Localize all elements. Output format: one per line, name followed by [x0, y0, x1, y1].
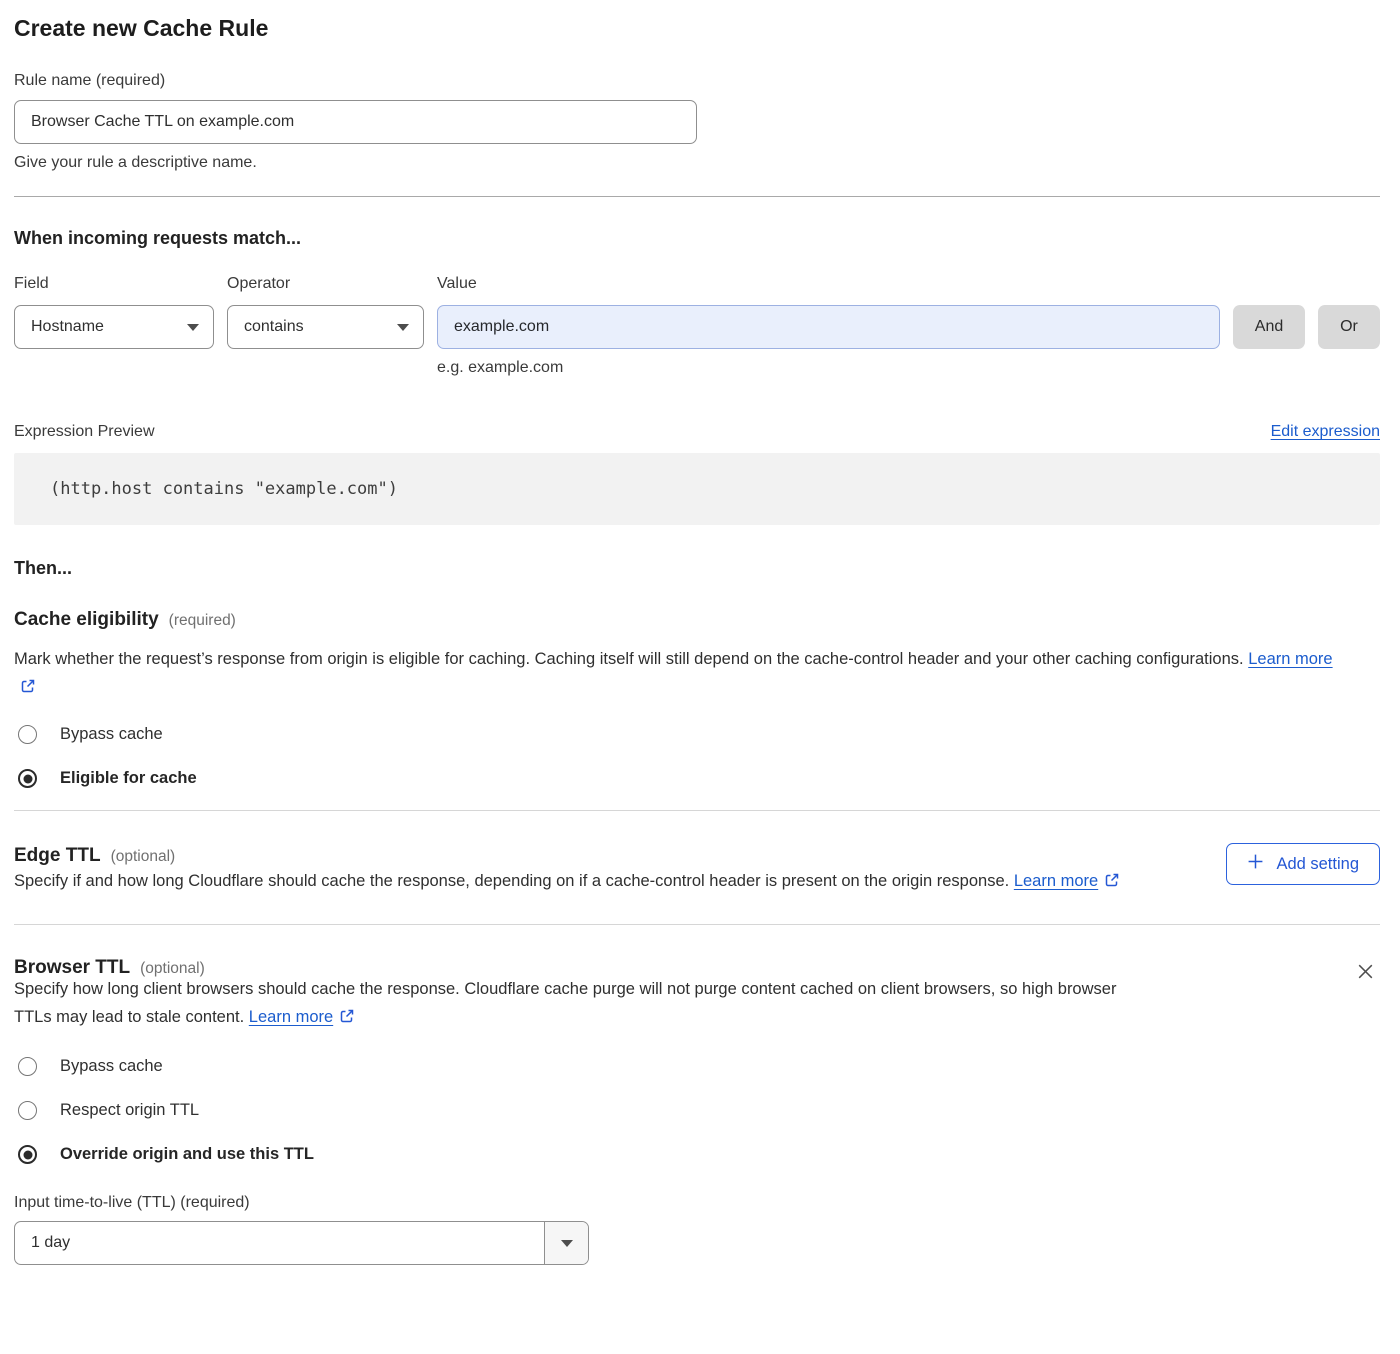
match-heading: When incoming requests match...	[14, 225, 1380, 251]
value-label: Value	[437, 273, 1220, 295]
chevron-down-icon	[397, 324, 409, 331]
browser-ttl-section: Browser TTL (optional) Specify how long …	[14, 955, 1380, 1265]
edge-ttl-description-text: Specify if and how long Cloudflare shoul…	[14, 872, 1009, 890]
learn-more-link[interactable]: Learn more	[249, 1008, 333, 1026]
field-select[interactable]: Hostname	[14, 305, 214, 349]
value-helper: e.g. example.com	[437, 357, 1220, 379]
match-controls-row: Hostname contains And Or	[14, 305, 1380, 349]
learn-more-link[interactable]: Learn more	[1248, 650, 1332, 668]
radio-bypass-cache[interactable]: Bypass cache	[14, 725, 1380, 744]
close-icon	[1355, 970, 1376, 985]
and-button[interactable]: And	[1233, 305, 1305, 349]
page-title: Create new Cache Rule	[14, 14, 1380, 42]
chevron-down-icon	[561, 1240, 573, 1247]
rule-name-input[interactable]	[14, 100, 697, 144]
expression-preview-label: Expression Preview	[14, 421, 155, 443]
operator-select-value: contains	[244, 318, 304, 336]
radio-eligible-for-cache[interactable]: Eligible for cache	[14, 769, 1380, 788]
radio-checked-icon	[18, 1145, 37, 1164]
cache-eligibility-qualifier: (required)	[169, 612, 236, 630]
external-link-icon	[339, 1005, 355, 1033]
field-label: Field	[14, 273, 214, 295]
radio-checked-icon	[18, 769, 37, 788]
radio-respect-origin-ttl[interactable]: Respect origin TTL	[14, 1101, 1380, 1120]
edge-ttl-section: Edge TTL (optional) Add setting Specify …	[14, 843, 1380, 897]
cache-eligibility-description: Mark whether the request’s response from…	[14, 645, 1354, 703]
browser-ttl-description: Specify how long client browsers should …	[14, 975, 1124, 1033]
chevron-down-icon	[187, 324, 199, 331]
rule-name-group: Rule name (required) Give your rule a de…	[14, 70, 1380, 174]
match-labels-row: Field Operator Value	[14, 273, 1380, 295]
edge-ttl-description: Specify if and how long Cloudflare shoul…	[14, 867, 1144, 897]
radio-browser-bypass-cache[interactable]: Bypass cache	[14, 1057, 1380, 1076]
ttl-input-label: Input time-to-live (TTL) (required)	[14, 1192, 1380, 1214]
add-setting-button[interactable]: Add setting	[1226, 843, 1380, 885]
operator-select[interactable]: contains	[227, 305, 424, 349]
value-input[interactable]	[437, 305, 1220, 349]
or-button[interactable]: Or	[1318, 305, 1380, 349]
cache-eligibility-title: Cache eligibility	[14, 607, 159, 633]
edge-ttl-qualifier: (optional)	[111, 848, 176, 866]
cache-eligibility-description-text: Mark whether the request’s response from…	[14, 650, 1244, 668]
divider	[14, 924, 1380, 925]
field-select-value: Hostname	[31, 318, 104, 336]
rule-name-label: Rule name (required)	[14, 70, 1380, 92]
close-browser-ttl-button[interactable]	[1351, 957, 1380, 989]
radio-icon	[18, 1057, 37, 1076]
external-link-icon	[1104, 869, 1120, 897]
browser-ttl-description-text: Specify how long client browsers should …	[14, 980, 1116, 1026]
edit-expression-link[interactable]: Edit expression	[1271, 423, 1380, 441]
plus-icon	[1247, 853, 1264, 875]
ttl-select-arrow-box[interactable]	[544, 1222, 588, 1264]
then-heading: Then...	[14, 555, 1380, 581]
ttl-select-value: 1 day	[15, 1222, 544, 1264]
operator-label: Operator	[227, 273, 424, 295]
rule-name-helper: Give your rule a descriptive name.	[14, 152, 1380, 174]
learn-more-link[interactable]: Learn more	[1014, 872, 1098, 890]
cache-eligibility-section: Cache eligibility (required) Mark whethe…	[14, 607, 1380, 788]
external-link-icon	[20, 675, 36, 703]
edge-ttl-title: Edge TTL	[14, 843, 101, 869]
expression-code-block: (http.host contains "example.com")	[14, 453, 1380, 525]
expression-header: Expression Preview Edit expression	[14, 421, 1380, 443]
radio-icon	[18, 725, 37, 744]
match-helper-row: e.g. example.com	[14, 357, 1380, 379]
divider	[14, 810, 1380, 811]
radio-override-origin-ttl[interactable]: Override origin and use this TTL	[14, 1145, 1380, 1164]
ttl-select[interactable]: 1 day	[14, 1221, 589, 1265]
divider	[14, 196, 1380, 197]
radio-icon	[18, 1101, 37, 1120]
